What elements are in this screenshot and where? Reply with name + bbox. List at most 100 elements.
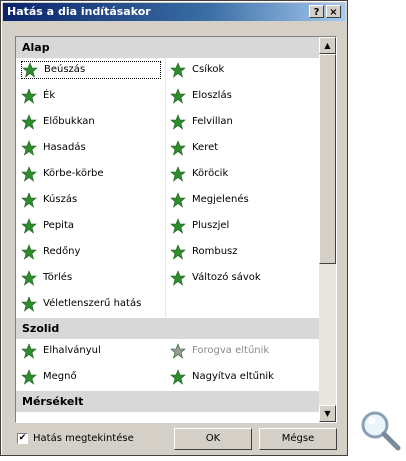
effect-star-icon [170, 343, 186, 359]
preview-checkbox[interactable]: ✔ [17, 433, 28, 444]
dialog-title: Hatás a dia indításakor [7, 5, 151, 18]
close-button[interactable]: × [326, 5, 341, 18]
effect-label: Csíkok [192, 64, 225, 75]
help-button[interactable]: ? [309, 5, 324, 18]
effect-item-kuszas[interactable]: Kúszás [21, 191, 161, 209]
scroll-up-button[interactable]: ▲ [319, 37, 336, 54]
effect-star-icon [21, 140, 37, 156]
effect-label: Eloszlás [192, 90, 232, 101]
effect-item-ek[interactable]: Ék [21, 87, 161, 105]
effect-row: Megnő Nagyítva eltűnik [16, 365, 319, 391]
effect-star-icon [21, 270, 37, 286]
effect-row: Körbe-körbe Köröcik [16, 162, 319, 188]
effect-label: Pepita [43, 220, 75, 231]
effect-star-icon [21, 369, 37, 385]
effect-row: Törlés Változó sávok [16, 266, 319, 292]
effect-item-elhalvanyul[interactable]: Elhalványul [21, 342, 161, 360]
effect-item-valtozo-savok[interactable]: Változó sávok [170, 269, 310, 287]
effect-item-korocik[interactable]: Köröcik [170, 165, 310, 183]
group-header-szolid: Szolid [16, 318, 319, 339]
effect-row: Beúszás Csíkok [16, 58, 319, 84]
scroll-thumb[interactable] [319, 54, 336, 264]
effect-item-nagyitva-eltunik[interactable]: Nagyítva eltűnik [170, 368, 310, 386]
group-header-alap: Alap [16, 37, 319, 58]
ok-button[interactable]: OK [174, 428, 252, 450]
effect-item-rombusz[interactable]: Rombusz [170, 243, 310, 261]
effect-label: Felvillan [192, 116, 233, 127]
effect-row: Elhalványul Forogva eltűnik [16, 339, 319, 365]
effect-item-pepita[interactable]: Pepita [21, 217, 161, 235]
effect-item-hasadas[interactable]: Hasadás [21, 139, 161, 157]
effect-item-torles[interactable]: Törlés [21, 269, 161, 287]
preview-option[interactable]: ✔ Hatás megtekintése [17, 433, 134, 444]
effect-row: Redőny Rombusz [16, 240, 319, 266]
effect-star-icon [170, 192, 186, 208]
effect-label: Hasadás [43, 142, 86, 153]
effect-star-icon [170, 166, 186, 182]
effect-label: Elhalványul [43, 345, 101, 356]
effect-star-icon [21, 296, 37, 312]
scroll-down-button[interactable]: ▼ [319, 405, 336, 422]
effect-item-korbe-korbe[interactable]: Körbe-körbe [21, 165, 161, 183]
effect-row: Előbukkan Felvillan [16, 110, 319, 136]
effect-label: Rombusz [192, 246, 238, 257]
effects-list[interactable]: Alap Beúszás Csíkok Ék Eloszlás Előbukkan Fel… [15, 36, 337, 423]
effect-star-icon [170, 244, 186, 260]
effect-label: Keret [192, 142, 219, 153]
effect-item-elobukkan[interactable]: Előbukkan [21, 113, 161, 131]
effect-star-icon [21, 343, 37, 359]
effect-star-icon [170, 114, 186, 130]
title-bar: Hatás a dia indításakor ? × [3, 3, 345, 21]
group-header-mersekelt: Mérsékelt [16, 391, 319, 412]
effect-item-keret[interactable]: Keret [170, 139, 310, 157]
effect-star-icon [21, 88, 37, 104]
effect-label: Kúszás [43, 194, 78, 205]
effect-item-csikok[interactable]: Csíkok [170, 61, 310, 79]
effect-star-icon [21, 192, 37, 208]
effect-label: Véletlenszerű hatás [43, 298, 142, 309]
magnifier-icon[interactable] [358, 408, 402, 452]
effect-label: Ék [43, 90, 56, 101]
effect-star-icon [21, 166, 37, 182]
effect-star-icon [22, 62, 38, 78]
effect-row: Véletlenszerű hatás [16, 292, 319, 318]
effect-label: Köröcik [192, 168, 229, 179]
effect-label: Pluszjel [192, 220, 230, 231]
effect-label: Nagyítva eltűnik [192, 371, 274, 382]
effects-list-content: Alap Beúszás Csíkok Ék Eloszlás Előbukkan Fel… [16, 37, 319, 412]
effect-label: Forogva eltűnik [192, 345, 270, 356]
effect-label: Előbukkan [43, 116, 95, 127]
effect-label: Redőny [43, 246, 81, 257]
dialog-footer: ✔ Hatás megtekintése OK Mégse [1, 427, 349, 453]
vertical-scrollbar[interactable]: ▲ ▼ [319, 37, 336, 422]
effect-row: Hasadás Keret [16, 136, 319, 162]
effect-item-veletlenszeru-hatas[interactable]: Véletlenszerű hatás [21, 295, 161, 313]
effect-item-pluszjel[interactable]: Pluszjel [170, 217, 310, 235]
effect-star-icon [170, 369, 186, 385]
effect-label: Változó sávok [192, 272, 261, 283]
effect-label: Megnő [43, 371, 77, 382]
effect-dialog: Hatás a dia indításakor ? × Alap Beúszás… [0, 0, 348, 456]
effect-row: Pepita Pluszjel [16, 214, 319, 240]
effect-item-forogva-eltunik: Forogva eltűnik [170, 342, 310, 360]
effect-row: Ék Eloszlás [16, 84, 319, 110]
effect-item-felvillan[interactable]: Felvillan [170, 113, 310, 131]
effect-label: Beúszás [44, 64, 86, 75]
effect-label: Megjelenés [192, 194, 249, 205]
effect-label: Körbe-körbe [43, 168, 104, 179]
effect-star-icon [21, 114, 37, 130]
effect-star-icon [170, 140, 186, 156]
effect-star-icon [170, 88, 186, 104]
effect-star-icon [170, 270, 186, 286]
preview-label: Hatás megtekintése [33, 433, 134, 444]
cancel-button[interactable]: Mégse [259, 428, 337, 450]
effect-item-eloszlas[interactable]: Eloszlás [170, 87, 310, 105]
effect-item-redony[interactable]: Redőny [21, 243, 161, 261]
effect-star-icon [170, 62, 186, 78]
effect-item-beuszas[interactable]: Beúszás [21, 61, 161, 79]
effect-item-megno[interactable]: Megnő [21, 368, 161, 386]
effect-star-icon [21, 244, 37, 260]
effect-item-megjelenes[interactable]: Megjelenés [170, 191, 310, 209]
effect-row: Kúszás Megjelenés [16, 188, 319, 214]
effect-label: Törlés [43, 272, 73, 283]
